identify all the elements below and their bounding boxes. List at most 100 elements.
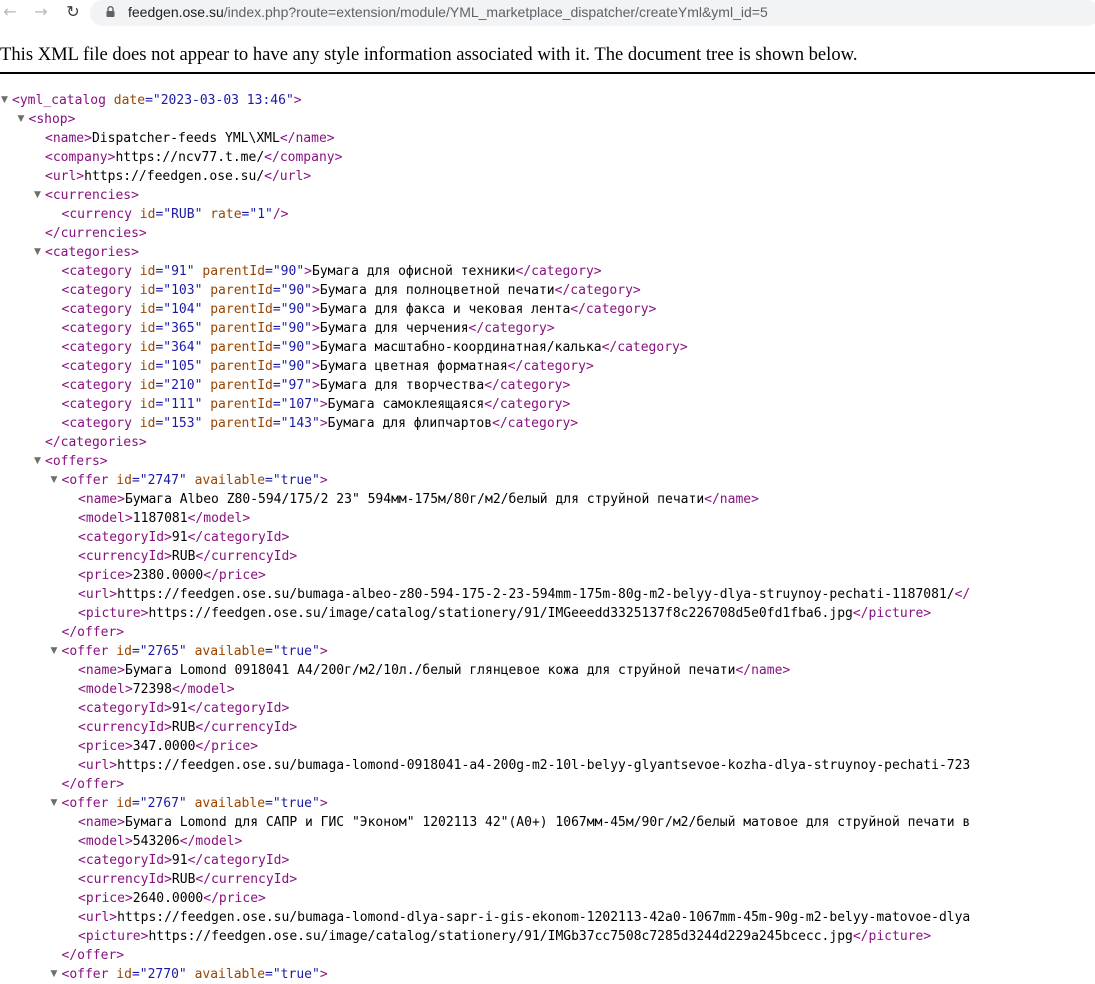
xml-text: Бумага для творчества <box>319 378 485 393</box>
collapse-triangle-icon[interactable]: ▼ <box>1 91 10 110</box>
collapse-triangle-icon[interactable]: ▼ <box>34 186 43 205</box>
xml-text: Бумага для черчения <box>319 321 469 336</box>
xml-attr-value: ="364" <box>155 340 203 355</box>
xml-attr-value: ="90" <box>272 302 312 317</box>
xml-tag: <name> <box>78 815 125 830</box>
collapse-triangle-icon[interactable]: ▼ <box>51 794 60 813</box>
collapse-triangle-icon[interactable]: ▼ <box>18 110 27 129</box>
xml-line: </offer> <box>62 623 125 642</box>
xml-attr-value: ="1" <box>241 207 273 222</box>
xml-tag: <category <box>61 302 132 317</box>
xml-line: <name>Бумага Albeo Z80-594/175/2 23" 594… <box>78 490 759 509</box>
xml-text: https://feedgen.ose.su/image/catalog/sta… <box>148 606 853 621</box>
xml-tag: <category <box>61 321 132 336</box>
xml-tag: </category> <box>570 302 657 317</box>
xml-attr-name: id <box>131 359 156 374</box>
url-text[interactable]: feedgen.ose.su/index.php?route=extension… <box>128 2 768 22</box>
xml-tag: <categoryId> <box>78 701 172 716</box>
xml-attr-name: parentId <box>202 321 273 336</box>
xml-attr-value: ="true" <box>265 967 320 982</box>
xml-line: <yml_catalog date="2023-03-03 13:46"> <box>12 91 302 110</box>
xml-tag: </model> <box>179 834 243 849</box>
reload-button[interactable]: ↻ <box>63 3 83 21</box>
xml-tag: <name> <box>78 492 125 507</box>
xml-tag: <category <box>61 283 132 298</box>
xml-line: <category id="111" parentId="107">Бумага… <box>62 395 571 414</box>
xml-tag: <price> <box>78 739 133 754</box>
collapse-triangle-icon[interactable]: ▼ <box>51 471 60 490</box>
xml-text: https://feedgen.ose.su/ <box>84 169 265 184</box>
xml-tag: </picture> <box>852 606 932 621</box>
xml-attr-value: ="true" <box>265 473 320 488</box>
xml-text: 2640.0000 <box>132 891 204 906</box>
xml-tag: </name> <box>704 492 759 507</box>
xml-line: <name>Бумага Lomond для САПР и ГИС "Экон… <box>78 813 970 832</box>
xml-tag: </price> <box>203 891 266 906</box>
xml-tag: <category <box>61 416 132 431</box>
xml-text: Бумага цветная форматная <box>319 359 508 374</box>
xml-attr-value: ="210" <box>155 378 203 393</box>
xml-tag: <category <box>61 359 132 374</box>
xml-attr-name: available <box>186 796 266 811</box>
xml-text: Бумага для флипчартов <box>327 416 493 431</box>
xml-line: <company>https://ncv77.t.me/</company> <box>45 148 342 167</box>
xml-tag: </model> <box>171 682 235 697</box>
xml-tag: > <box>312 302 320 317</box>
xml-attr-name: parentId <box>202 302 273 317</box>
xml-tag: <categoryId> <box>78 530 172 545</box>
xml-tag: > <box>304 264 312 279</box>
xml-tag: <url> <box>78 758 118 773</box>
xml-attr-name: id <box>131 321 156 336</box>
xml-attr-value: ="true" <box>265 796 320 811</box>
xml-line: <currencyId>RUB</currencyId> <box>78 870 297 889</box>
xml-tag: </name> <box>735 663 791 678</box>
back-button[interactable]: ← <box>0 3 20 21</box>
xml-tag: </company> <box>264 150 343 165</box>
xml-line: <categoryId>91</categoryId> <box>78 699 289 718</box>
xml-tag: <model> <box>78 682 133 697</box>
xml-tag: <offer <box>61 967 109 982</box>
xml-line: <offer id="2767" available="true"> <box>62 794 328 813</box>
xml-text: https://ncv77.t.me/ <box>115 150 265 165</box>
xml-tag: > <box>293 93 302 108</box>
xml-line: <price>2640.0000</price> <box>78 889 266 908</box>
xml-line: <picture>https://feedgen.ose.su/image/ca… <box>78 604 931 623</box>
collapse-triangle-icon[interactable]: ▼ <box>51 965 60 984</box>
xml-tag: </category> <box>492 416 579 431</box>
xml-attr-value: ="143" <box>272 416 320 431</box>
xml-tag: <currencyId> <box>78 720 172 735</box>
xml-attr-value: ="91" <box>155 264 195 279</box>
xml-text: Dispatcher-feeds YML\XML <box>91 131 280 146</box>
xml-tag: </category> <box>515 264 602 279</box>
xml-tag: </category> <box>507 359 594 374</box>
collapse-triangle-icon[interactable]: ▼ <box>34 243 43 262</box>
xml-line: <offer id="2747" available="true"> <box>62 471 328 490</box>
collapse-triangle-icon[interactable]: ▼ <box>34 452 43 471</box>
xml-line: </offer> <box>62 775 125 794</box>
xml-tag: </currencies> <box>45 226 147 241</box>
xml-tag: </offer> <box>61 948 125 963</box>
xml-attr-name: rate <box>202 207 242 222</box>
xml-attr-value: ="105" <box>155 359 203 374</box>
xml-tag: </categories> <box>45 435 147 450</box>
xml-tag: <picture> <box>78 606 149 621</box>
forward-button[interactable]: → <box>31 3 51 21</box>
xml-line: <category id="364" parentId="90">Бумага … <box>62 338 688 357</box>
xml-text: https://feedgen.ose.su/bumaga-albeo-z80-… <box>117 587 955 602</box>
xml-attr-value: ="2770" <box>131 967 187 982</box>
xml-attr-name: id <box>131 340 156 355</box>
xml-tag: <company> <box>45 150 116 165</box>
xml-tag: <currency <box>61 207 132 222</box>
collapse-triangle-icon[interactable]: ▼ <box>51 642 60 661</box>
xml-line: <offer id="2770" available="true"> <box>62 965 328 984</box>
xml-line: <url>https://feedgen.ose.su/</url> <box>45 167 311 186</box>
xml-line: <categoryId>91</categoryId> <box>78 528 289 547</box>
xml-attr-name: id <box>108 796 132 811</box>
xml-attr-name: parentId <box>202 340 273 355</box>
xml-attr-value: ="153" <box>155 416 203 431</box>
xml-tag: <offer <box>61 644 109 659</box>
xml-line: <url>https://feedgen.ose.su/bumaga-lomon… <box>78 908 970 927</box>
xml-text: Бумага Albeo Z80-594/175/2 23" 594мм-175… <box>124 492 705 507</box>
xml-text: RUB <box>171 720 196 735</box>
xml-attr-value: ="true" <box>265 644 320 659</box>
